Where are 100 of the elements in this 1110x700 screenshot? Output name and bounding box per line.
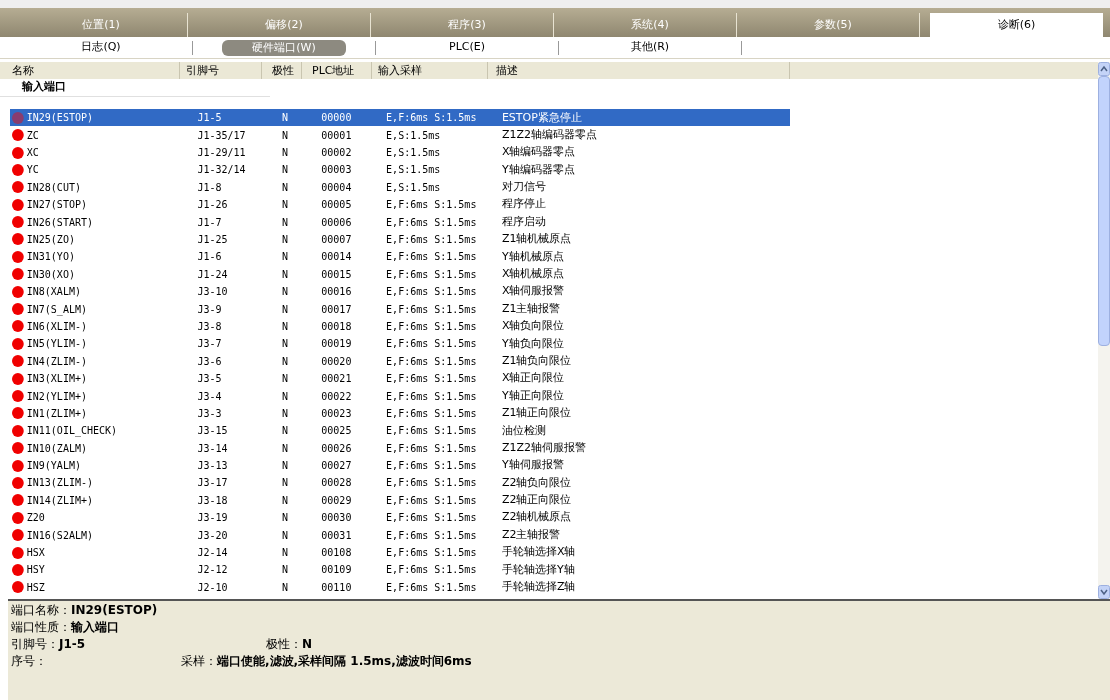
table-cell-text: HSX — [26, 546, 46, 560]
table-cell-text: 00014 — [320, 250, 353, 265]
table-cell-text: J1-32/14 — [196, 163, 247, 178]
table-cell-text: 00004 — [320, 180, 353, 195]
table-cell-text: 00016 — [320, 285, 353, 300]
table-cell-text: E,F:6ms S:1.5ms — [385, 215, 478, 230]
table-cell-text: ESTOP紧急停止 — [500, 109, 583, 126]
table-cell-text: Z1轴机械原点 — [500, 231, 573, 248]
table-cell-text: Y轴负向限位 — [500, 335, 565, 352]
table-cell-text: Z2主轴报警 — [500, 526, 562, 543]
status-dot-icon — [12, 146, 24, 159]
table-cell-text: E,F:6ms S:1.5ms — [385, 424, 478, 439]
column-header[interactable]: 描述 — [488, 62, 790, 79]
table-cell-text: 00021 — [320, 372, 353, 387]
field-value: 输入端口 — [71, 620, 119, 635]
status-dot-icon — [12, 511, 24, 524]
table-cell-text: N — [280, 528, 289, 543]
field-value: IN29(ESTOP) — [71, 603, 158, 618]
table-row[interactable]: IN29(ESTOP) J1-5 N 00000 E,F:6ms S:1.5ms ESTOP紧急停止 — [10, 109, 790, 127]
table-cell-text: N — [280, 285, 289, 300]
table-cell-text: IN16(S2ALM) — [26, 528, 94, 543]
table-cell-text: 00031 — [320, 528, 353, 543]
table-cell-text: IN26(START) — [26, 215, 94, 230]
field-value: N — [302, 637, 313, 652]
status-dot-icon — [12, 424, 24, 437]
status-dot-icon — [12, 476, 24, 489]
table-cell-text: Y轴编码器零点 — [500, 161, 576, 178]
table-cell-text: J3-3 — [196, 406, 223, 421]
table-cell-text: N — [280, 233, 289, 247]
status-dot-icon — [12, 581, 24, 594]
scroll-up-icon[interactable] — [1098, 62, 1110, 76]
subtab[interactable]: 其他(R) — [624, 39, 676, 56]
table-cell-text: E,F:6ms S:1.5ms — [385, 302, 478, 317]
table-cell-text: E,F:6ms S:1.5ms — [385, 459, 478, 474]
table-cell-text: Y轴机械原点 — [500, 248, 565, 265]
table-cell-text: Y轴正向限位 — [500, 387, 565, 404]
field-label: 采样： — [181, 654, 217, 669]
table-cell-text: 00002 — [320, 146, 353, 161]
subtab[interactable]: PLC(E) — [443, 39, 491, 56]
table-cell-text: XC — [26, 146, 40, 161]
table-cell-text: J1-35/17 — [196, 128, 247, 143]
table-cell-text: J3-18 — [196, 493, 229, 508]
table-cell-text: E,F:6ms S:1.5ms — [385, 511, 478, 526]
table-cell-text: Z1主轴报警 — [500, 300, 562, 317]
table-cell-text: IN25(ZO) — [26, 233, 76, 247]
table-cell-text: N — [280, 424, 289, 439]
status-dot-icon — [12, 303, 24, 316]
table-cell-text: IN3(XLIM+) — [26, 372, 88, 387]
column-header[interactable]: 名称 — [0, 62, 180, 79]
table-cell-text: N — [280, 580, 289, 595]
table-cell-text: N — [280, 337, 289, 352]
tab[interactable]: 诊断(6) — [930, 13, 1103, 37]
subtab[interactable]: 日志(Q) — [75, 39, 127, 56]
table-cell-text: 00000 — [320, 111, 353, 126]
scroll-down-icon[interactable] — [1098, 585, 1110, 599]
table-cell-text: J1-25 — [196, 233, 229, 247]
table-cell-text: 手轮轴选择Y轴 — [500, 561, 576, 578]
table-cell-text: 00025 — [320, 424, 353, 439]
table-cell-text: 00017 — [320, 302, 353, 317]
column-header[interactable]: 极性 — [262, 62, 302, 79]
table-cell-text: E,F:6ms S:1.5ms — [385, 285, 478, 300]
status-dot-icon — [12, 546, 24, 559]
scrollbar-thumb[interactable] — [1098, 76, 1110, 346]
column-header[interactable]: 输入采样 — [372, 62, 488, 79]
table-cell-text: N — [280, 354, 289, 369]
table-cell-text: IN31(YO) — [26, 250, 76, 265]
table-cell-text: HSZ — [26, 580, 46, 595]
column-header[interactable]: 引脚号 — [180, 62, 262, 79]
table-cell-text: N — [280, 215, 289, 230]
table-cell-text: J3-15 — [196, 424, 229, 439]
table-cell-text: 对刀信号 — [500, 179, 547, 196]
table-cell-text: N — [280, 493, 289, 508]
field-value: J1-5 — [59, 637, 86, 652]
status-dot-icon — [12, 285, 24, 298]
table-cell-text: E,F:6ms S:1.5ms — [385, 233, 478, 247]
column-header[interactable]: PLC地址 — [302, 62, 372, 79]
table-cell-text: 00027 — [320, 459, 353, 474]
table-cell-text: N — [280, 319, 289, 334]
table-cell-text: J3-14 — [196, 441, 229, 456]
table-cell-text: E,F:6ms S:1.5ms — [385, 198, 478, 213]
table-cell-text: N — [280, 267, 289, 282]
table-cell-text: E,F:6ms S:1.5ms — [385, 389, 478, 404]
table-cell-text: 手轮轴选择X轴 — [500, 544, 577, 561]
table-cell-text: 00018 — [320, 319, 353, 334]
field-label: 引脚号： — [11, 637, 59, 652]
table-cell-text: E,F:6ms S:1.5ms — [385, 546, 478, 560]
vertical-scrollbar[interactable] — [1098, 62, 1110, 599]
table-cell-text: J3-7 — [196, 337, 223, 352]
table-cell-text: J3-9 — [196, 302, 223, 317]
table-cell-text: IN14(ZLIM+) — [26, 493, 94, 508]
table-cell-text: IN30(XO) — [26, 267, 76, 282]
table-cell-text: N — [280, 111, 289, 126]
table-cell-text: Z1Z2轴伺服报警 — [500, 439, 587, 456]
table-cell-text: Z2轴正向限位 — [500, 492, 573, 509]
table-cell-text: HSY — [26, 563, 46, 578]
table-cell-text: 00028 — [320, 476, 353, 491]
table-cell-text: Z20 — [26, 511, 46, 526]
status-dot-icon — [12, 250, 24, 263]
status-dot-icon — [12, 494, 24, 507]
table-cell-text: N — [280, 250, 289, 265]
